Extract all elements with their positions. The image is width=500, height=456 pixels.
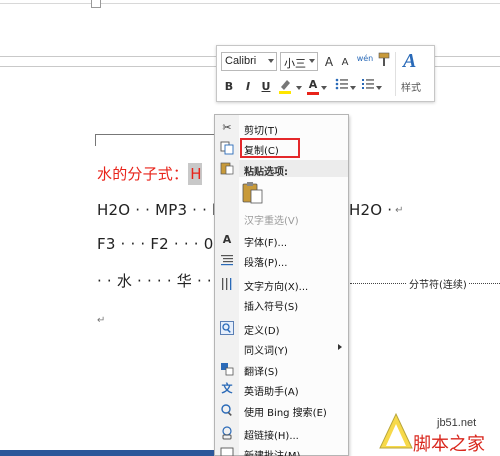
doc-text-red: 水的分子式： — [97, 165, 189, 183]
bullet-list-icon — [335, 78, 348, 90]
numbered-list-icon — [362, 79, 374, 89]
menu-item-label: 新建批注(M) — [244, 447, 300, 456]
doc-line-2[interactable]: H2O · · MP3 · · h — [97, 201, 222, 219]
menu-item-paragraph[interactable]: 段落(P)... — [215, 250, 348, 270]
paintbrush-icon — [378, 52, 390, 66]
italic-button[interactable]: I — [242, 78, 254, 96]
paragraph-mark: ↵ — [97, 315, 106, 326]
doc-line-1[interactable]: 水的分子式： H — [97, 163, 202, 185]
menu-item-label: 文字方向(X)... — [244, 282, 309, 293]
section-break-label: 分节符(连续) — [407, 276, 469, 291]
chevron-right-icon — [338, 344, 342, 350]
highlight-color-button[interactable] — [277, 77, 295, 95]
numbering-button[interactable] — [361, 77, 375, 95]
bullets-button[interactable] — [335, 77, 349, 95]
toolbar-separator — [395, 52, 396, 96]
english-assistant-icon: 文 — [221, 382, 233, 395]
doc-line-3[interactable]: F3 · · · F2 · · · 02 · — [97, 235, 233, 253]
scissors-icon: ✂ — [222, 121, 232, 134]
styles-label: 样式 — [401, 83, 421, 94]
doc-line-2-right[interactable]: H2O · ↵ — [349, 201, 404, 219]
menu-item-label: 字体(F)... — [244, 238, 288, 249]
paste-options-label-bar: 粘贴选项: — [239, 160, 348, 178]
translate-icon — [220, 362, 234, 376]
paragraph-icon — [220, 253, 234, 267]
doc-text: F3 · · · F2 · · · 02 · — [97, 235, 234, 253]
search-icon — [220, 403, 234, 417]
mini-toolbar: Calibri 小三 A A wén A 样式 B I U A — [216, 45, 435, 102]
paste-keep-source-icon[interactable] — [241, 181, 265, 205]
menu-item-label: 段落(P)... — [244, 258, 288, 269]
chevron-down-icon — [309, 59, 315, 63]
menu-item-translate[interactable]: 翻译(S) — [215, 359, 348, 379]
doc-text: H2O · · MP3 · · h — [97, 201, 222, 219]
context-menu: ✂ 剪切(T) 复制(C) 粘贴选项: 汉字重选(V) A 字体(F)... 段… — [214, 114, 349, 456]
text-direction-icon — [220, 277, 234, 291]
underline-button[interactable]: U — [260, 78, 272, 96]
chevron-down-icon[interactable] — [350, 79, 356, 97]
font-icon: A — [222, 233, 232, 246]
menu-item-label: 定义(D) — [244, 326, 280, 337]
highlighter-icon — [279, 80, 291, 94]
font-color-button[interactable]: A — [306, 76, 320, 95]
bold-button[interactable]: B — [223, 78, 235, 96]
menu-item-cut[interactable]: ✂ 剪切(T) — [215, 118, 348, 138]
menu-item-hyperlink[interactable]: 超链接(H)... — [215, 423, 348, 443]
font-size-value: 小三 — [284, 57, 306, 70]
menu-item-new-comment[interactable]: 新建批注(M) — [215, 443, 348, 456]
font-name-value: Calibri — [225, 55, 257, 67]
menu-item-label: 使用 Bing 搜索(E) — [244, 408, 327, 419]
grow-font-button[interactable]: A — [322, 53, 336, 71]
font-name-select[interactable]: Calibri — [221, 52, 277, 71]
menu-item-label: 剪切(T) — [244, 126, 278, 137]
menu-item-label: 汉字重选(V) — [244, 216, 299, 227]
paragraph-mark: ↵ — [395, 205, 404, 216]
watermark-site: jb51.net — [437, 417, 477, 429]
menu-item-font[interactable]: A 字体(F)... — [215, 230, 348, 250]
menu-item-insert-symbol[interactable]: 插入符号(S) — [215, 294, 348, 314]
chevron-down-icon[interactable] — [321, 79, 327, 97]
selected-text[interactable]: H — [188, 163, 202, 185]
page-margin-corner — [95, 134, 215, 135]
menu-item-label: 翻译(S) — [244, 367, 279, 378]
format-painter-button[interactable] — [378, 52, 392, 70]
watermark-name: 脚本之家 — [413, 434, 485, 455]
define-icon — [220, 321, 234, 335]
styles-icon[interactable]: A — [403, 50, 416, 73]
menu-item-label: 插入符号(S) — [244, 302, 299, 313]
menu-item-label: 英语助手(A) — [244, 387, 299, 398]
menu-item-synonyms[interactable]: 同义词(Y) — [215, 338, 348, 358]
phonetic-guide-button[interactable]: wén — [355, 50, 375, 68]
top-ruler — [0, 0, 500, 4]
status-bar-strip — [0, 450, 214, 456]
comment-icon — [220, 446, 234, 456]
menu-item-hanzi-reselect: 汉字重选(V) — [215, 208, 348, 228]
menu-item-define[interactable]: 定义(D) — [215, 318, 348, 338]
link-icon — [220, 426, 234, 440]
chevron-down-icon[interactable] — [376, 79, 382, 97]
font-color-swatch — [307, 92, 319, 95]
menu-item-text-direction[interactable]: 文字方向(X)... — [215, 274, 348, 294]
font-color-letter: A — [308, 78, 318, 91]
page-margin-corner — [95, 134, 96, 146]
menu-item-label: 同义词(Y) — [244, 346, 288, 357]
doc-text: H2O · — [349, 201, 393, 219]
watermark-logo — [376, 408, 414, 452]
copy-highlight-annotation — [240, 138, 300, 158]
chevron-down-icon — [268, 59, 274, 63]
paste-options-label: 粘贴选项: — [244, 167, 288, 178]
font-size-select[interactable]: 小三 — [280, 52, 318, 71]
chevron-down-icon[interactable] — [296, 79, 302, 97]
ruler-indent-marker[interactable] — [91, 0, 101, 8]
menu-item-bing-search[interactable]: 使用 Bing 搜索(E) — [215, 400, 348, 420]
menu-item-english-assistant[interactable]: 文 英语助手(A) — [215, 379, 348, 399]
copy-icon — [220, 141, 234, 155]
clipboard-icon — [220, 161, 234, 175]
shrink-font-button[interactable]: A — [339, 54, 351, 72]
menu-item-label: 超链接(H)... — [244, 431, 299, 442]
